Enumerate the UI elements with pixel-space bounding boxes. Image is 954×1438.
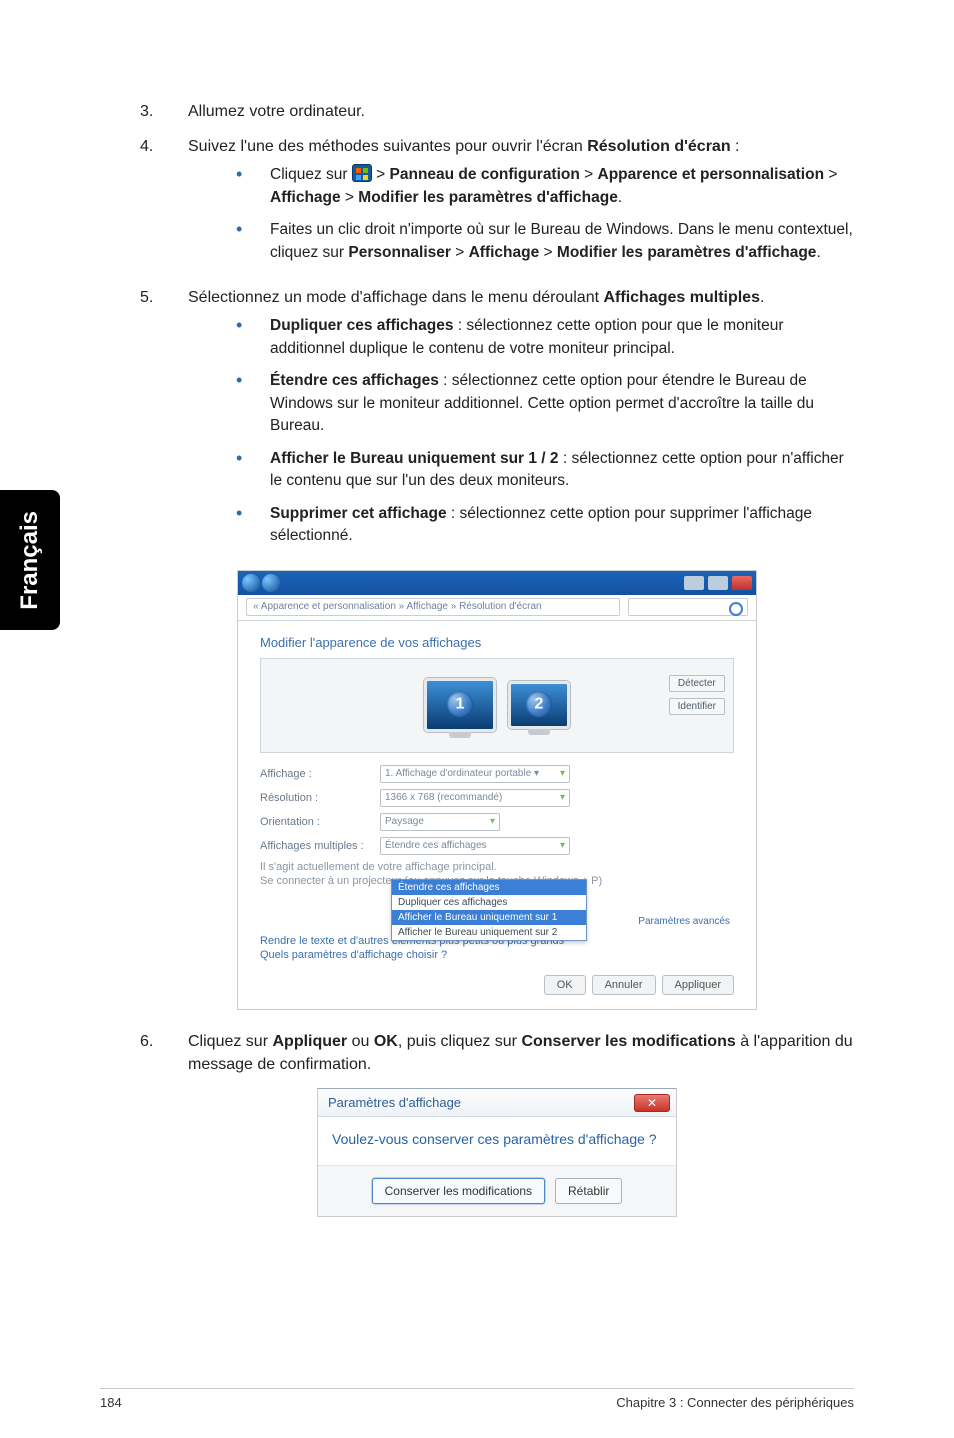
step-number: 4. [140, 135, 160, 274]
detect-button[interactable]: Détecter [669, 675, 725, 692]
field-label: Résolution : [260, 792, 370, 804]
language-side-tab: Français [0, 490, 60, 630]
monitor-id-badge: 1 [447, 692, 473, 718]
dialog-close-icon[interactable]: ✕ [634, 1094, 670, 1112]
substep: • Supprimer cet affichage : sélectionnez… [236, 503, 854, 548]
step-number: 3. [140, 100, 160, 123]
substep-text: Cliquez sur > Panneau de configuration >… [270, 164, 854, 209]
substep-text: Dupliquer ces affichages : sélectionnez … [270, 315, 854, 360]
revert-button[interactable]: Rétablir [555, 1178, 622, 1204]
substep: • Cliquez sur > Panneau de configuration… [236, 164, 854, 209]
substep: • Étendre ces affichages : sélectionnez … [236, 370, 854, 437]
dropdown-option[interactable]: Afficher le Bureau uniquement sur 1 [392, 910, 586, 925]
keep-changes-button[interactable]: Conserver les modifications [372, 1178, 545, 1204]
field-orientation: Orientation : Paysage [260, 813, 734, 831]
field-affichage: Affichage : 1. Affichage d'ordinateur po… [260, 765, 734, 783]
confirm-dialog: Paramètres d'affichage ✕ Voulez-vous con… [317, 1088, 677, 1217]
field-label: Affichage : [260, 768, 370, 780]
step-6: 6. Cliquez sur Appliquer ou OK, puis cli… [140, 1030, 854, 1076]
substep: • Afficher le Bureau uniquement sur 1 / … [236, 448, 854, 493]
panel-heading: Modifier l'apparence de vos affichages [260, 635, 734, 650]
step-text: Cliquez sur Appliquer ou OK, puis clique… [188, 1030, 854, 1076]
field-resolution: Résolution : 1366 x 768 (recommandé) [260, 789, 734, 807]
step-3: 3. Allumez votre ordinateur. [140, 100, 854, 123]
monitor-stand-icon [528, 729, 550, 735]
bullet-icon: • [236, 370, 248, 437]
step-number: 6. [140, 1030, 160, 1076]
dialog-body: Voulez-vous conserver ces paramètres d'a… [318, 1117, 676, 1166]
step-text: Sélectionnez un mode d'affichage dans le… [188, 289, 764, 306]
step-text: Suivez l'une des méthodes suivantes pour… [188, 138, 740, 155]
dialog-actions: Conserver les modifications Rétablir [318, 1166, 676, 1216]
page-footer: 184 Chapitre 3 : Connecter des périphéri… [100, 1388, 854, 1410]
note-main-display: Il s'agit actuellement de votre affichag… [260, 861, 734, 873]
substep-text: Étendre ces affichages : sélectionnez ce… [270, 370, 854, 437]
substep-text: Faites un clic droit n'importe où sur le… [270, 219, 854, 264]
monitor-1[interactable]: 1 [424, 678, 496, 732]
dropdown-option[interactable]: Afficher le Bureau uniquement sur 2 [392, 925, 586, 940]
substep-text: Afficher le Bureau uniquement sur 1 / 2 … [270, 448, 854, 493]
resolution-select[interactable]: 1366 x 768 (recommandé) [380, 789, 570, 807]
ok-button[interactable]: OK [544, 975, 586, 995]
link-which-settings[interactable]: Quels paramètres d'affichage choisir ? [260, 949, 734, 961]
field-label: Orientation : [260, 816, 370, 828]
dialog-titlebar: Paramètres d'affichage ✕ [318, 1089, 676, 1117]
dialog-title: Paramètres d'affichage [328, 1095, 461, 1110]
monitor-preview: 1 2 Détecter Identifier [260, 658, 734, 753]
nav-back-icon[interactable] [242, 574, 260, 592]
breadcrumb[interactable]: « Apparence et personnalisation » Affich… [246, 598, 620, 616]
window-maximize-icon[interactable] [708, 576, 728, 590]
bullet-icon: • [236, 315, 248, 360]
search-input[interactable] [628, 598, 748, 616]
multiples-select[interactable]: Étendre ces affichages [380, 837, 570, 855]
screen-resolution-window: « Apparence et personnalisation » Affich… [237, 570, 757, 1010]
multiples-dropdown-open[interactable]: Étendre ces affichages Dupliquer ces aff… [391, 879, 587, 941]
field-multiples: Affichages multiples : Étendre ces affic… [260, 837, 734, 855]
identify-button[interactable]: Identifier [669, 698, 725, 715]
field-label: Affichages multiples : [260, 840, 370, 852]
chapter-label: Chapitre 3 : Connecter des périphériques [616, 1395, 854, 1410]
substep-text: Supprimer cet affichage : sélectionnez c… [270, 503, 854, 548]
apply-button[interactable]: Appliquer [662, 975, 734, 995]
display-select[interactable]: 1. Affichage d'ordinateur portable ▾ [380, 765, 570, 783]
windows-start-icon [352, 164, 372, 182]
substep: • Faites un clic droit n'importe où sur … [236, 219, 854, 264]
bullet-icon: • [236, 219, 248, 264]
window-close-icon[interactable] [732, 576, 752, 590]
step-4: 4. Suivez l'une des méthodes suivantes p… [140, 135, 854, 274]
step-5: 5. Sélectionnez un mode d'affichage dans… [140, 286, 854, 557]
substep: • Dupliquer ces affichages : sélectionne… [236, 315, 854, 360]
dropdown-option[interactable]: Dupliquer ces affichages [392, 895, 586, 910]
nav-forward-icon[interactable] [262, 574, 280, 592]
monitor-stand-icon [449, 732, 471, 738]
language-label: Français [16, 511, 44, 610]
bullet-icon: • [236, 448, 248, 493]
page-number: 184 [100, 1395, 122, 1410]
step-text: Allumez votre ordinateur. [188, 100, 365, 123]
window-titlebar [238, 571, 756, 595]
monitor-id-badge: 2 [526, 692, 552, 718]
window-minimize-icon[interactable] [684, 576, 704, 590]
bullet-icon: • [236, 503, 248, 548]
step-number: 5. [140, 286, 160, 557]
advanced-settings-link[interactable]: Paramètres avancés [638, 916, 730, 927]
address-bar: « Apparence et personnalisation » Affich… [238, 595, 756, 621]
monitor-2[interactable]: 2 [508, 681, 570, 729]
orientation-select[interactable]: Paysage [380, 813, 500, 831]
dropdown-option[interactable]: Étendre ces affichages [392, 880, 586, 895]
bullet-icon: • [236, 164, 248, 209]
cancel-button[interactable]: Annuler [592, 975, 656, 995]
